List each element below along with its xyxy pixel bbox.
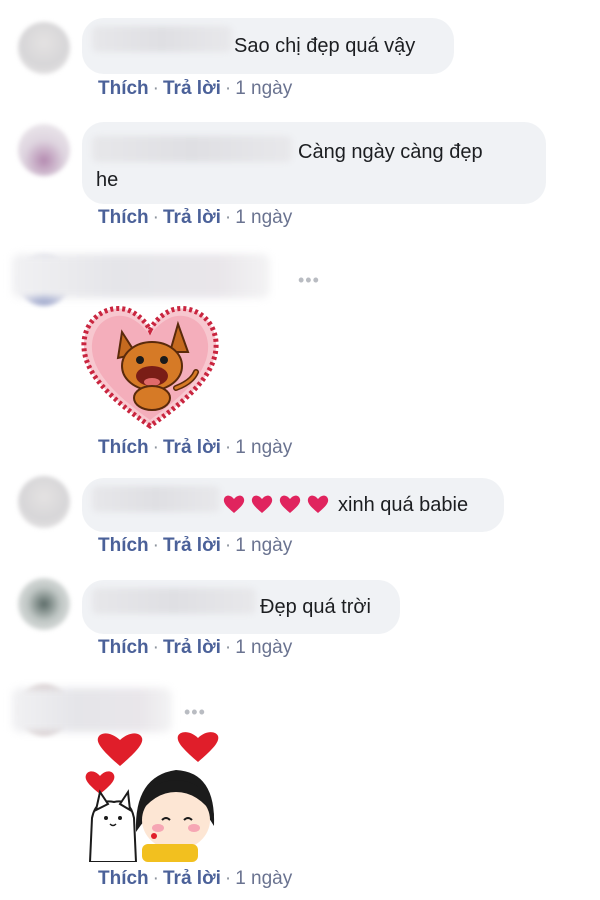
avatar[interactable] bbox=[18, 578, 70, 630]
timestamp[interactable]: 1 ngày bbox=[235, 78, 292, 99]
comment-text: Đẹp quá trời bbox=[260, 596, 371, 618]
commenter-name-blurred[interactable] bbox=[92, 486, 220, 512]
comment-actions: Thích · Trả lời · 1 ngày bbox=[98, 868, 292, 890]
girl-hugging-cat-sticker bbox=[85, 732, 219, 862]
separator: · bbox=[152, 637, 159, 658]
comment-bubble: Sao chị đẹp quá vậy bbox=[82, 18, 454, 74]
comment-actions: Thích · Trả lời · 1 ngày bbox=[98, 437, 292, 459]
separator: · bbox=[152, 78, 159, 99]
separator: · bbox=[224, 207, 232, 228]
timestamp[interactable]: 1 ngày bbox=[235, 437, 292, 458]
commenter-name-blurred[interactable] bbox=[92, 136, 292, 162]
comment-text-line-1: Càng ngày càng đẹp bbox=[298, 141, 483, 163]
comment-text: xinh quá babie bbox=[338, 494, 469, 516]
separator: · bbox=[224, 437, 232, 458]
comment-bubble: Càng ngày càng đẹp he bbox=[82, 122, 546, 204]
like-link[interactable]: Thích bbox=[98, 868, 149, 889]
like-link[interactable]: Thích bbox=[98, 207, 149, 228]
comment-actions: Thích · Trả lời · 1 ngày bbox=[98, 78, 292, 100]
avatar[interactable] bbox=[18, 22, 70, 74]
like-link[interactable]: Thích bbox=[98, 437, 149, 458]
reply-link[interactable]: Trả lời bbox=[163, 868, 221, 889]
reply-link[interactable]: Trả lời bbox=[163, 535, 221, 556]
timestamp[interactable]: 1 ngày bbox=[235, 207, 292, 228]
timestamp[interactable]: 1 ngày bbox=[235, 535, 292, 556]
commenter-name-blurred[interactable] bbox=[92, 588, 256, 614]
commenter-name-blurred[interactable] bbox=[92, 26, 232, 52]
like-link[interactable]: Thích bbox=[98, 637, 149, 658]
separator: · bbox=[224, 868, 232, 889]
comment-actions: Thích · Trả lời · 1 ngày bbox=[98, 535, 292, 557]
separator: · bbox=[224, 535, 232, 556]
red-heart-icon bbox=[279, 495, 301, 513]
red-heart-icon bbox=[307, 495, 329, 513]
separator: · bbox=[152, 535, 159, 556]
reply-link[interactable]: Trả lời bbox=[163, 437, 221, 458]
separator: · bbox=[152, 207, 159, 228]
comment-actions: Thích · Trả lời · 1 ngày bbox=[98, 207, 292, 229]
heart-emoji-group bbox=[222, 492, 330, 516]
like-link[interactable]: Thích bbox=[98, 535, 149, 556]
comment-bubble: xinh quá babie bbox=[82, 478, 504, 532]
reply-link[interactable]: Trả lời bbox=[163, 637, 221, 658]
red-heart-icon bbox=[251, 495, 273, 513]
separator: · bbox=[224, 78, 232, 99]
timestamp[interactable]: 1 ngày bbox=[235, 637, 292, 658]
more-options-icon[interactable]: ••• bbox=[298, 270, 320, 291]
commenter-name-blurred[interactable] bbox=[12, 688, 172, 732]
separator: · bbox=[152, 868, 159, 889]
comment-bubble: Đẹp quá trời bbox=[82, 580, 400, 634]
like-link[interactable]: Thích bbox=[98, 78, 149, 99]
separator: · bbox=[152, 437, 159, 458]
avatar[interactable] bbox=[18, 124, 70, 176]
timestamp[interactable]: 1 ngày bbox=[235, 868, 292, 889]
comment-text-line-2: he bbox=[96, 169, 119, 191]
more-options-icon[interactable]: ••• bbox=[184, 702, 206, 723]
commenter-name-blurred[interactable] bbox=[12, 254, 270, 298]
red-heart-icon bbox=[223, 495, 245, 513]
comment-text: Sao chị đẹp quá vậy bbox=[234, 35, 416, 57]
reply-link[interactable]: Trả lời bbox=[163, 207, 221, 228]
separator: · bbox=[224, 637, 232, 658]
reply-link[interactable]: Trả lời bbox=[163, 78, 221, 99]
heart-fox-sticker bbox=[81, 306, 219, 430]
avatar[interactable] bbox=[18, 476, 70, 528]
comment-actions: Thích · Trả lời · 1 ngày bbox=[98, 637, 292, 659]
